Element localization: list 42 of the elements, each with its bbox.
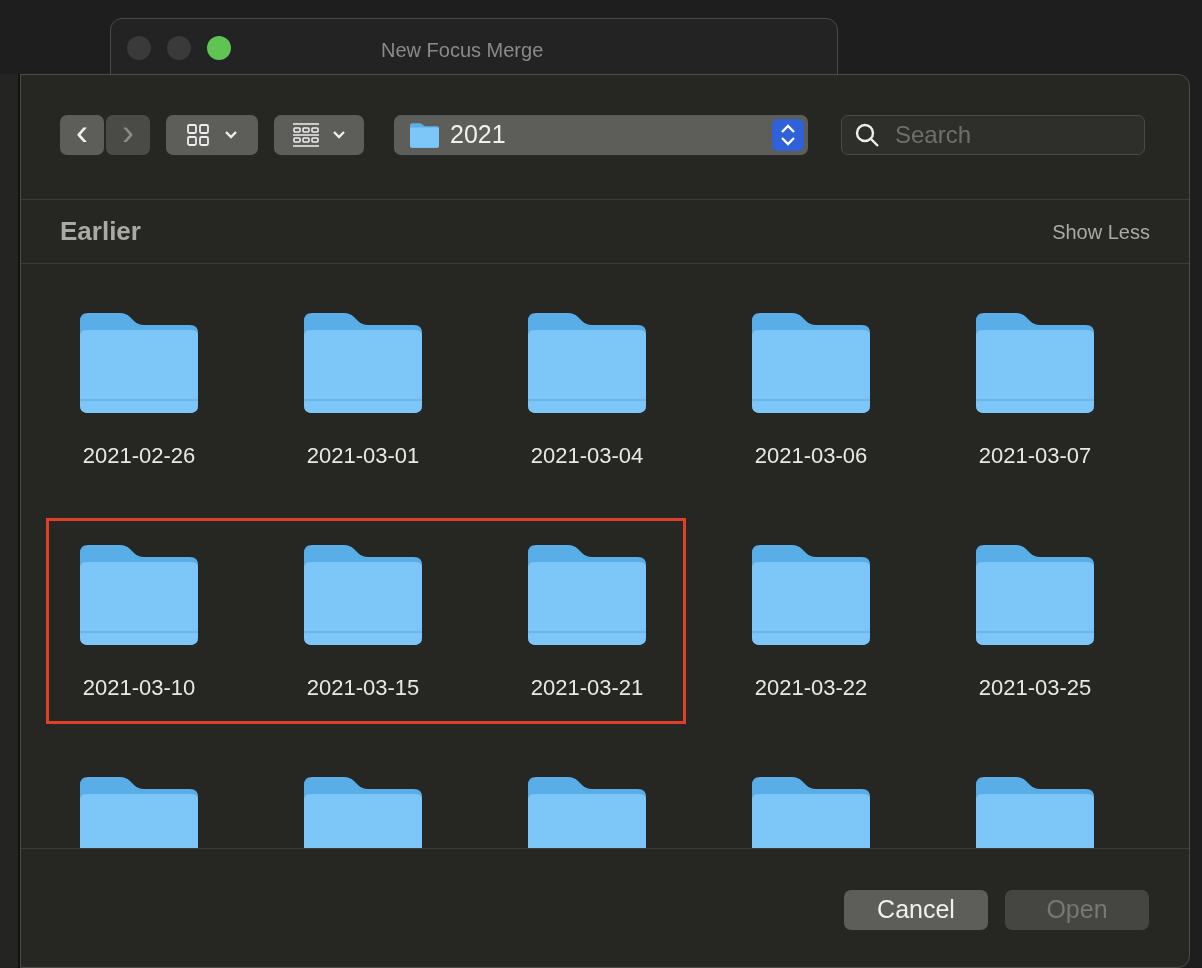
folder-name[interactable]: 2021-03-21: [530, 675, 644, 701]
folder-icon: [528, 545, 646, 645]
folder-icon: [976, 545, 1094, 645]
show-less-link[interactable]: Show Less: [1052, 216, 1150, 247]
back-button[interactable]: ‹: [60, 115, 104, 155]
folder-icon: [304, 777, 422, 848]
location-name: 2021: [450, 119, 507, 151]
search-field[interactable]: Search: [841, 115, 1145, 155]
cancel-button[interactable]: Cancel: [844, 890, 988, 930]
folder-name[interactable]: 2021-03-04: [530, 443, 644, 469]
folder-icon: [80, 777, 198, 848]
folder-icon: [80, 313, 198, 413]
folder-name[interactable]: 2021-02-26: [82, 443, 196, 469]
folder-icon: [80, 545, 198, 645]
folder-icon: [304, 313, 422, 413]
folder-icon: [976, 777, 1094, 848]
folder-icon: [528, 313, 646, 413]
folder-name[interactable]: 2021-03-15: [306, 675, 420, 701]
folder-name[interactable]: 2021-03-01: [306, 443, 420, 469]
folder-icon: [528, 777, 646, 848]
folder-icon: [304, 545, 422, 645]
up-down-arrows-icon: [772, 119, 804, 151]
folder-name[interactable]: 2021-03-06: [754, 443, 868, 469]
folder-name[interactable]: 2021-03-10: [82, 675, 196, 701]
group-view-button[interactable]: [274, 115, 364, 155]
folder-icon: [752, 545, 870, 645]
search-icon: [854, 122, 880, 148]
grid-icon: [186, 123, 210, 147]
folder-icon: [752, 313, 870, 413]
folder-icon: [410, 122, 439, 148]
gallery-icon: [292, 122, 320, 148]
window-title: New Focus Merge: [381, 38, 544, 63]
folder-name[interactable]: 2021-03-22: [754, 675, 868, 701]
folder-icon: [976, 313, 1094, 413]
folder-name[interactable]: 2021-03-07: [978, 443, 1092, 469]
folder-icon: [752, 777, 870, 848]
chevron-down-icon: [332, 130, 346, 140]
chevron-down-icon: [224, 130, 238, 140]
location-popup[interactable]: 2021: [394, 115, 808, 155]
section-title: Earlier: [60, 215, 141, 248]
folder-name[interactable]: 2021-03-25: [978, 675, 1092, 701]
icon-view-button[interactable]: [166, 115, 258, 155]
